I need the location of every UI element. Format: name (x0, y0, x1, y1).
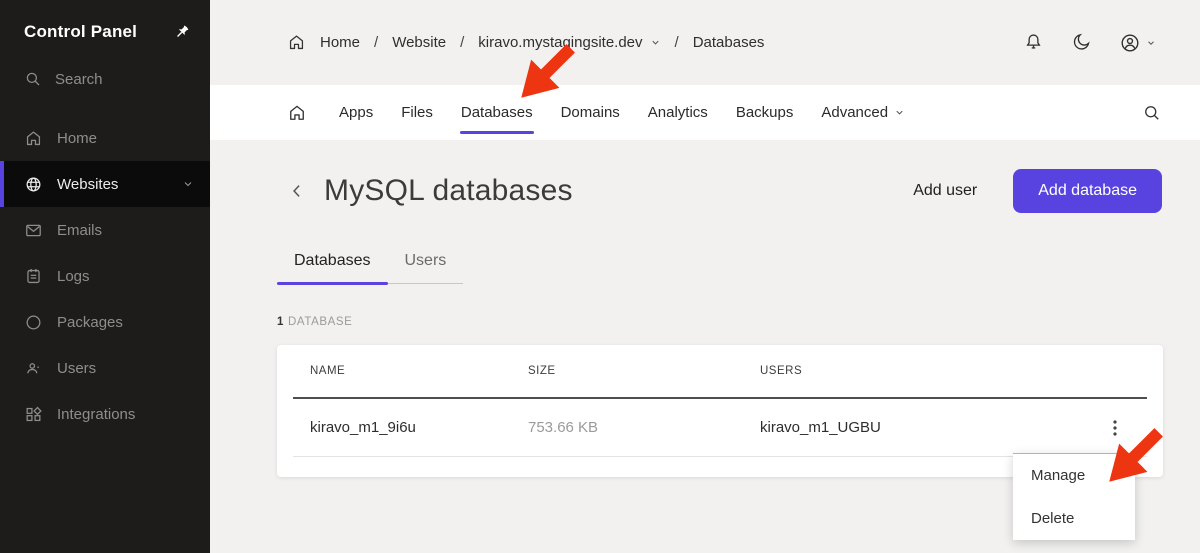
top-bar: Home / Website / kiravo.mystagingsite.de… (210, 0, 1200, 85)
breadcrumb-home[interactable]: Home (320, 34, 360, 51)
breadcrumb: Home / Website / kiravo.mystagingsite.de… (287, 33, 764, 52)
nav-item-databases[interactable]: Databases (447, 85, 547, 140)
chevron-down-icon (182, 178, 194, 190)
pin-icon[interactable] (174, 24, 190, 40)
sidebar-nav: Home Websites Emails Logs Packages Users… (0, 115, 210, 437)
journal-icon (24, 267, 43, 286)
sidebar-item-emails[interactable]: Emails (0, 207, 210, 253)
person-icon (24, 359, 43, 378)
nav-item-analytics[interactable]: Analytics (634, 85, 722, 140)
nav-item-label: Advanced (821, 104, 889, 121)
breadcrumb-separator: / (374, 34, 379, 51)
nav-item-domains[interactable]: Domains (547, 85, 634, 140)
site-nav: Apps Files Databases Domains Analytics B… (210, 85, 1200, 140)
search-icon[interactable] (1142, 103, 1162, 123)
table-header-row: NAME SIZE USERS (293, 345, 1147, 399)
back-chevron-icon[interactable] (287, 181, 307, 201)
database-count-label: DATABASE (288, 316, 353, 328)
grid-icon (24, 405, 43, 424)
home-icon[interactable] (287, 33, 306, 52)
sidebar-item-label: Integrations (57, 405, 136, 423)
circle-icon (24, 313, 43, 332)
sidebar-item-integrations[interactable]: Integrations (0, 391, 210, 437)
add-database-button[interactable]: Add database (1013, 169, 1162, 213)
sidebar-item-label: Emails (57, 221, 103, 239)
chevron-down-icon (650, 37, 661, 48)
breadcrumb-separator: / (460, 34, 465, 51)
sidebar-header: Control Panel (0, 0, 210, 42)
cell-database-name: kiravo_m1_9i6u (310, 419, 416, 436)
notifications-bell-icon[interactable] (1023, 32, 1044, 53)
cell-database-users: kiravo_m1_UGBU (760, 419, 881, 436)
breadcrumb-website[interactable]: Website (392, 34, 446, 51)
breadcrumb-separator: / (674, 34, 679, 51)
kebab-menu-icon[interactable] (1101, 413, 1129, 443)
sidebar-item-label: Logs (57, 267, 90, 285)
main-area: Home / Website / kiravo.mystagingsite.de… (210, 0, 1200, 553)
search-icon (24, 70, 42, 88)
sidebar-item-users[interactable]: Users (0, 345, 210, 391)
chevron-down-icon (1146, 38, 1156, 48)
dark-mode-moon-icon[interactable] (1071, 32, 1092, 53)
sidebar-search-label: Search (55, 70, 103, 88)
menu-item-manage[interactable]: Manage (1013, 454, 1135, 497)
nav-item-apps[interactable]: Apps (325, 85, 387, 140)
sidebar-item-logs[interactable]: Logs (0, 253, 210, 299)
sidebar-item-websites[interactable]: Websites (0, 161, 210, 207)
sidebar: Control Panel Search Home Websites Email… (0, 0, 210, 553)
sidebar-search[interactable]: Search (0, 42, 210, 88)
sidebar-item-label: Packages (57, 313, 123, 331)
add-user-button[interactable]: Add user (907, 181, 983, 201)
home-icon (24, 129, 43, 148)
column-header-size: SIZE (528, 365, 556, 377)
table-row: kiravo_m1_9i6u 753.66 KB kiravo_m1_UGBU (293, 399, 1147, 456)
page-title: MySQL databases (324, 174, 573, 207)
tab-users[interactable]: Users (388, 252, 464, 283)
globe-icon (24, 175, 43, 194)
nav-item-backups[interactable]: Backups (722, 85, 808, 140)
sidebar-item-label: Users (57, 359, 97, 377)
nav-item-files[interactable]: Files (387, 85, 447, 140)
sidebar-item-home[interactable]: Home (0, 115, 210, 161)
breadcrumb-databases[interactable]: Databases (693, 34, 765, 51)
user-avatar-icon (1119, 32, 1141, 54)
tab-bar: Databases Users (277, 252, 464, 285)
database-count-number: 1 (277, 316, 284, 328)
nav-item-advanced[interactable]: Advanced (807, 85, 919, 140)
tab-databases[interactable]: Databases (277, 252, 388, 285)
menu-item-delete[interactable]: Delete (1013, 497, 1135, 540)
database-count: 1 DATABASE (277, 316, 352, 328)
account-menu[interactable] (1119, 32, 1156, 54)
topbar-actions (1023, 32, 1156, 54)
column-header-name: NAME (310, 365, 346, 377)
row-context-menu: Manage Delete (1013, 453, 1135, 540)
site-nav-home-icon[interactable] (287, 103, 307, 123)
sidebar-item-label: Websites (57, 175, 119, 193)
app-title: Control Panel (24, 22, 138, 41)
sidebar-item-label: Home (57, 129, 98, 147)
column-header-users: USERS (760, 365, 803, 377)
breadcrumb-site-name: kiravo.mystagingsite.dev (478, 34, 643, 51)
page-header: MySQL databases Add user Add database (287, 168, 1162, 214)
breadcrumb-site-selector[interactable]: kiravo.mystagingsite.dev (478, 34, 660, 51)
sidebar-item-packages[interactable]: Packages (0, 299, 210, 345)
chevron-down-icon (894, 107, 905, 118)
cell-database-size: 753.66 KB (528, 419, 599, 436)
envelope-icon (24, 221, 43, 240)
